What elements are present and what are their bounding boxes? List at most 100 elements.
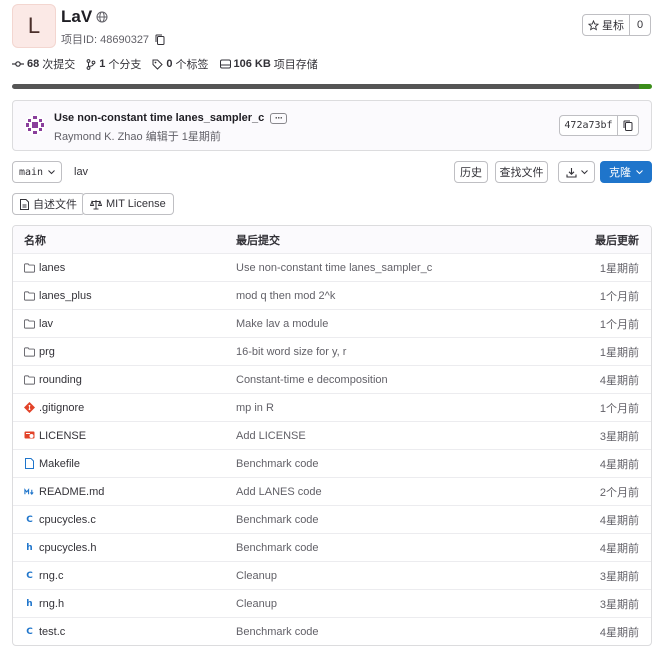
column-header-commit: 最后提交 [236,234,280,247]
project-avatar[interactable]: L [12,4,56,48]
commits-stat[interactable]: 68 次提交 [12,56,75,72]
commit-message-cell[interactable]: Add LICENSE [236,430,306,442]
file-name[interactable]: lav [39,318,53,330]
commit-message-cell[interactable]: mod q then mod 2^k [236,290,335,302]
table-row[interactable]: Crng.c Cleanup 3星期前 [13,562,651,590]
tags-stat[interactable]: 0 个标签 [152,56,209,72]
table-row[interactable]: h rng.h Cleanup 3星期前 [13,590,651,618]
author-avatar[interactable] [25,115,45,135]
find-file-button[interactable]: 查找文件 [495,161,548,183]
commit-message[interactable]: Use non-constant time lanes_sampler_c [54,112,264,124]
updated-cell: 4星期前 [599,458,639,471]
file-name-cell[interactable]: h rng.h [24,598,64,610]
storage-stat[interactable]: 106 KB 项目存储 [219,56,318,72]
table-row[interactable]: Makefile Benchmark code 4星期前 [13,450,651,478]
git-icon [24,402,35,413]
star-label: 星标 [602,20,624,32]
table-row[interactable]: Ccpucycles.c Benchmark code 4星期前 [13,506,651,534]
folder-icon [24,290,35,301]
license-chip[interactable]: MIT License [82,193,174,215]
commit-message-cell[interactable]: Add LANES code [236,486,322,498]
file-name-cell[interactable]: README.md [24,486,104,498]
tag-icon [152,59,164,70]
table-header: 名称 最后提交 最后更新 [13,226,651,254]
table-row[interactable]: lanes Use non-constant time lanes_sampler… [13,254,651,282]
language-bar[interactable] [12,84,652,89]
table-row[interactable]: LICENSE Add LICENSE 3星期前 [13,422,651,450]
file-name[interactable]: cpucycles.h [39,542,96,554]
table-row[interactable]: prg 16-bit word size for y, r 1星期前 [13,338,651,366]
file-name[interactable]: README.md [39,486,104,498]
project-name[interactable]: LaV [61,7,92,27]
file-name-cell[interactable]: lanes [24,262,65,274]
commit-message-cell[interactable]: Cleanup [236,570,277,582]
file-name-cell[interactable]: .gitignore [24,402,84,414]
h-file-icon: h [26,542,33,553]
chevron-down-icon [580,169,588,174]
table-row[interactable]: Ctest.c Benchmark code 4星期前 [13,618,651,645]
commit-message-cell[interactable]: mp in R [236,402,274,414]
download-button[interactable] [558,161,595,183]
file-name[interactable]: cpucycles.c [39,514,96,526]
table-row[interactable]: README.md Add LANES code 2个月前 [13,478,651,506]
file-name[interactable]: test.c [39,626,65,638]
file-name[interactable]: Makefile [39,458,80,470]
commit-message-cell[interactable]: Make lav a module [236,318,328,330]
history-button[interactable]: 历史 [454,161,488,183]
updated-cell: 1个月前 [599,290,639,303]
file-name[interactable]: rounding [39,374,82,386]
table-row[interactable]: lav Make lav a module 1个月前 [13,310,651,338]
clone-button[interactable]: 克隆 [600,161,652,183]
file-name-cell[interactable]: LICENSE [24,430,86,442]
project-title: LaV [61,7,108,27]
file-name-cell[interactable]: Crng.c [24,570,63,582]
file-name-cell[interactable]: rounding [24,374,82,386]
tags-count: 0 [166,58,173,70]
file-name[interactable]: rng.c [39,570,63,582]
copy-icon[interactable] [155,34,165,45]
file-name[interactable]: lanes [39,262,65,274]
branches-stat[interactable]: 1 个分支 [86,56,141,72]
file-name[interactable]: prg [39,346,55,358]
star-icon [588,19,599,31]
readme-chip[interactable]: 自述文件 [12,193,85,215]
folder-icon [24,346,35,357]
commit-message-cell[interactable]: 16-bit word size for y, r [236,346,346,358]
commit-message-cell[interactable]: Constant-time e decomposition [236,374,388,386]
star-label-area[interactable]: 星标 [583,15,630,35]
file-name-cell[interactable]: prg [24,346,55,358]
breadcrumb[interactable]: lav [74,166,88,178]
commit-message-cell[interactable]: Use non-constant time lanes_sampler_c [236,262,432,274]
expand-commit-button[interactable]: ··· [270,112,288,124]
commit-message-cell[interactable]: Benchmark code [236,458,319,470]
table-row[interactable]: lanes_plus mod q then mod 2^k 1个月前 [13,282,651,310]
updated-cell: 4星期前 [599,374,639,387]
branch-icon [86,58,96,70]
file-name-cell[interactable]: Ccpucycles.c [24,514,96,526]
file-name-cell[interactable]: Ctest.c [24,626,65,638]
file-name-cell[interactable]: Makefile [24,458,80,470]
file-name[interactable]: .gitignore [39,402,84,414]
language-bar-other[interactable] [639,84,652,89]
commit-message-cell[interactable]: Benchmark code [236,514,319,526]
commit-message-cell[interactable]: Benchmark code [236,542,319,554]
table-row[interactable]: rounding Constant-time e decomposition 4星期… [13,366,651,394]
globe-icon [96,11,108,23]
file-name[interactable]: LICENSE [39,430,86,442]
star-button[interactable]: 星标 0 [582,14,651,36]
commit-sha[interactable]: 472a73bf [560,116,618,135]
copy-sha-button[interactable] [618,116,638,135]
file-name-cell[interactable]: h cpucycles.h [24,542,96,554]
file-name[interactable]: rng.h [39,598,64,610]
file-name-cell[interactable]: lanes_plus [24,290,92,302]
star-count[interactable]: 0 [630,15,650,35]
branch-selector[interactable]: main [12,161,62,183]
commit-message-cell[interactable]: Benchmark code [236,626,319,638]
table-row[interactable]: .gitignore mp in R 1个月前 [13,394,651,422]
commit-message-cell[interactable]: Cleanup [236,598,277,610]
language-bar-c[interactable] [12,84,640,89]
file-name-cell[interactable]: lav [24,318,53,330]
table-row[interactable]: h cpucycles.h Benchmark code 4星期前 [13,534,651,562]
file-name[interactable]: lanes_plus [39,290,92,302]
column-header-updated: 最后更新 [595,234,639,247]
